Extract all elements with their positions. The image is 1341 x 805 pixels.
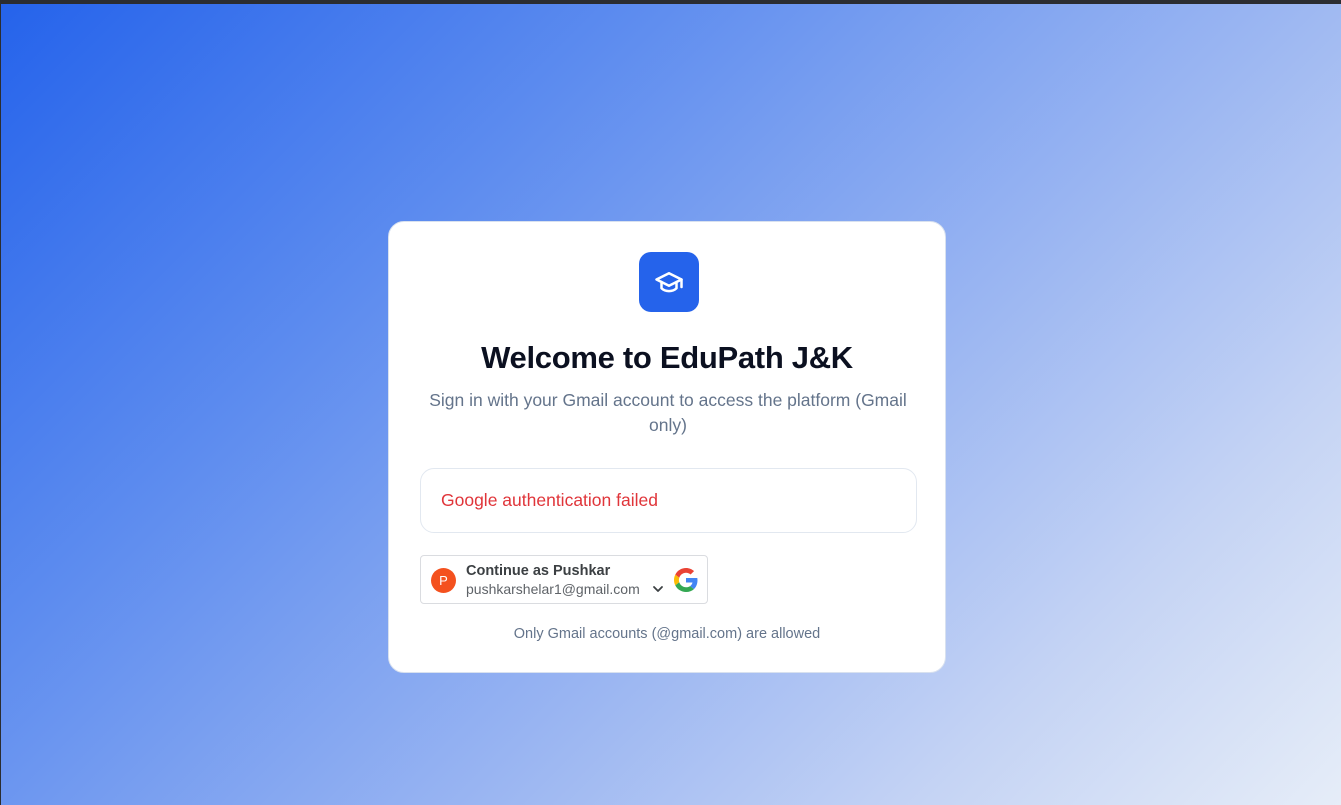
google-icon (674, 568, 698, 592)
google-continue-button[interactable]: P Continue as Pushkar pushkarshelar1@gma… (420, 555, 708, 604)
graduation-cap-icon (655, 272, 683, 293)
page-subtitle: Sign in with your Gmail account to acces… (429, 390, 907, 435)
google-button-email: pushkarshelar1@gmail.com (466, 581, 640, 597)
avatar: P (431, 568, 456, 593)
error-alert: Google authentication failed (420, 468, 917, 533)
google-button-label: Continue as Pushkar (466, 563, 611, 579)
page-title: Welcome to EduPath J&K (481, 340, 853, 375)
gmail-only-note: Only Gmail accounts (@gmail.com) are all… (513, 626, 821, 642)
page-background: Welcome to EduPath J&K Sign in with your… (1, 4, 1341, 805)
error-message: Google authentication failed (441, 490, 658, 510)
login-card: Welcome to EduPath J&K Sign in with your… (388, 221, 946, 673)
app-logo (639, 252, 699, 312)
chevron-down-icon[interactable] (650, 581, 666, 597)
